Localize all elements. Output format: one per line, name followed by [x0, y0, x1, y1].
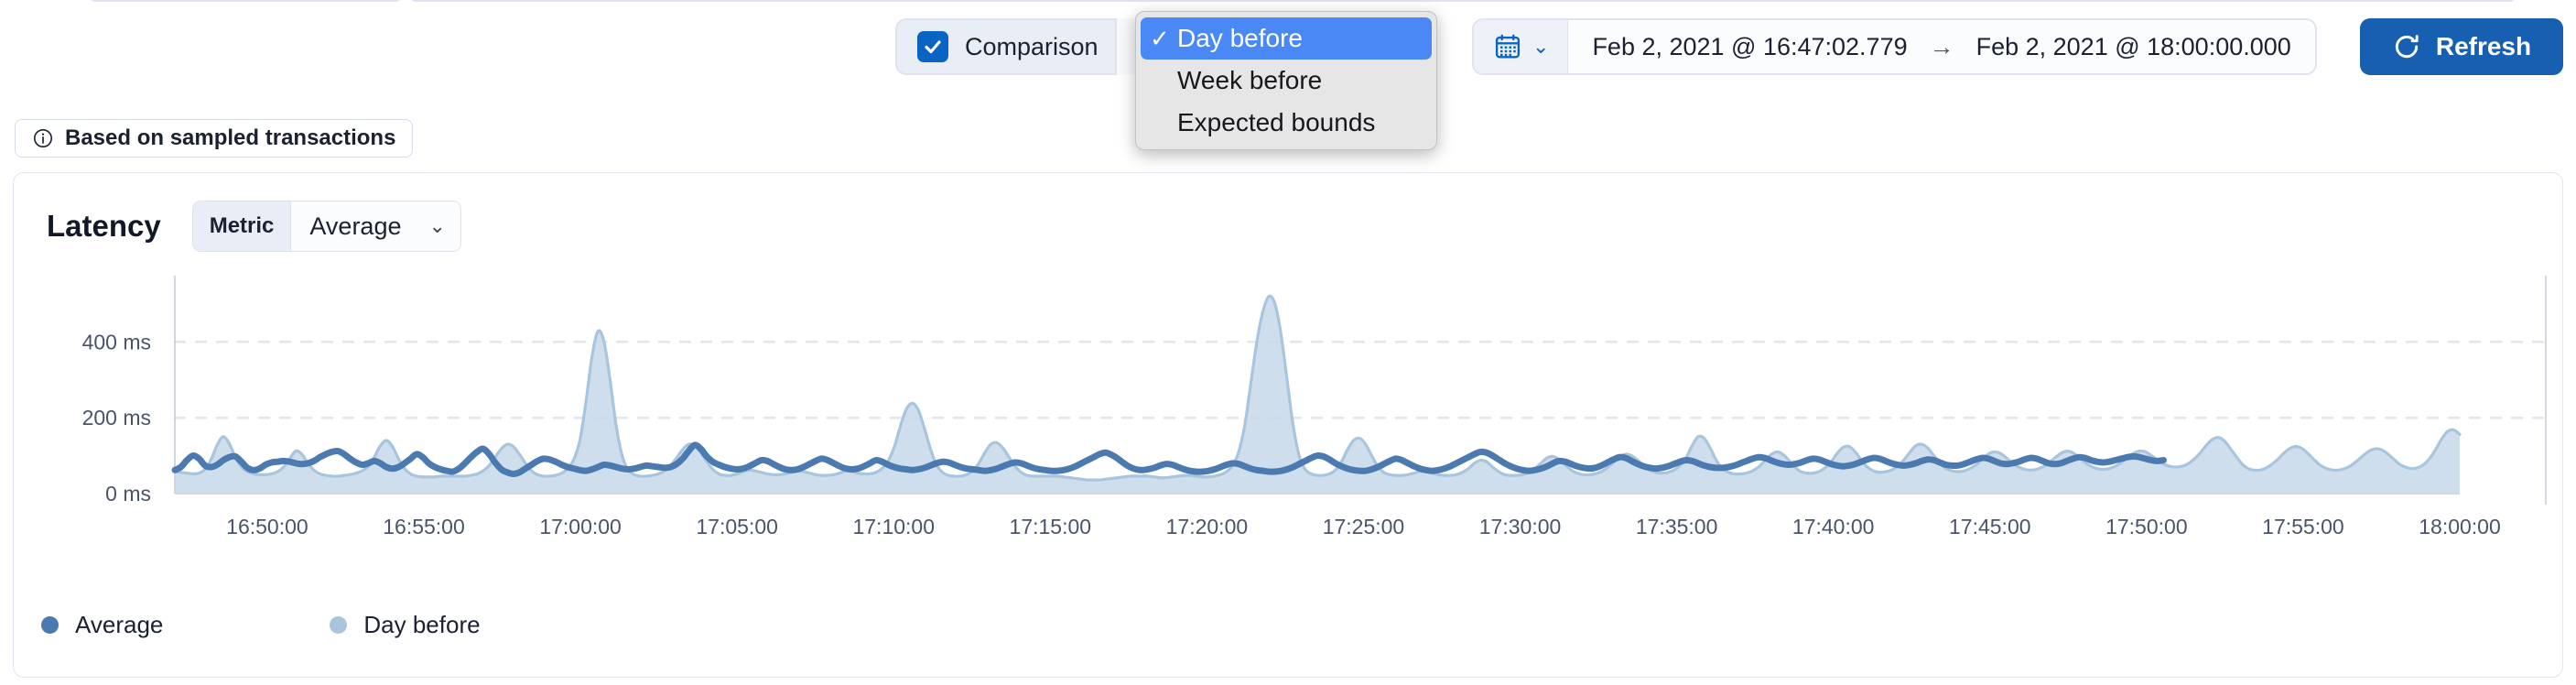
x-axis-tick-label: 18:00:00 — [2419, 515, 2501, 538]
legend-label: Day before — [363, 611, 481, 638]
x-axis-tick-label: 17:35:00 — [1636, 515, 1718, 538]
x-axis-tick-label: 17:50:00 — [2105, 515, 2188, 538]
refresh-icon — [2395, 35, 2419, 59]
x-axis-tick-label: 17:40:00 — [1792, 515, 1875, 538]
legend-item-day-before[interactable]: Day before — [330, 611, 481, 639]
metric-select[interactable]: Average ⌄ — [291, 201, 460, 251]
dropdown-option-label: Week before — [1177, 66, 1323, 94]
x-axis-tick-label: 17:55:00 — [2262, 515, 2344, 538]
comparison-checkbox[interactable] — [917, 31, 948, 62]
range-arrow-icon: → — [1929, 32, 1954, 60]
info-icon — [34, 129, 52, 147]
panel-header: Latency Metric Average ⌄ — [47, 201, 461, 252]
check-icon — [925, 40, 941, 54]
selected-check-icon: ✓ — [1150, 24, 1170, 52]
date-range-start[interactable]: Feb 2, 2021 @ 16:47:02.779 — [1592, 33, 1907, 61]
refresh-button[interactable]: Refresh — [2360, 18, 2563, 75]
x-axis-tick-label: 16:50:00 — [226, 515, 308, 538]
chart-legend: Average Day before — [41, 611, 481, 639]
dropdown-option-label: Day before — [1177, 24, 1303, 52]
x-axis-tick-label: 17:05:00 — [696, 515, 778, 538]
date-range-end[interactable]: Feb 2, 2021 @ 18:00:00.000 — [1976, 33, 2291, 61]
comparison-label: Comparison — [965, 32, 1099, 60]
calendar-icon — [1495, 34, 1521, 59]
x-axis-tick-label: 17:15:00 — [1010, 515, 1092, 538]
date-range-display[interactable]: Feb 2, 2021 @ 16:47:02.779 → Feb 2, 2021… — [1568, 33, 2314, 61]
cut-off-toolbar-row — [0, 0, 2576, 2]
y-axis-tick-label: 400 ms — [82, 330, 151, 353]
x-axis-tick-label: 17:25:00 — [1323, 515, 1405, 538]
latency-chart[interactable]: 0 ms 200 ms 400 ms 16:50:00 16:55:00 17:00:00… — [14, 265, 2564, 576]
sampled-transactions-badge[interactable]: Based on sampled transactions — [15, 119, 414, 158]
metric-control-group: Metric Average ⌄ — [191, 201, 461, 252]
cut-off-field-left — [90, 0, 401, 2]
apm-latency-page: Comparison Day before ⌄ — [0, 0, 2576, 685]
dropdown-option-expected-bounds[interactable]: Expected bounds — [1141, 102, 1432, 144]
legend-item-average[interactable]: Average — [41, 611, 163, 639]
legend-color-dot — [330, 616, 348, 634]
x-axis-tick-label: 17:45:00 — [1949, 515, 2031, 538]
date-range-picker: ⌄ Feb 2, 2021 @ 16:47:02.779 → Feb 2, 20… — [1472, 18, 2317, 75]
dropdown-option-week-before[interactable]: Week before — [1141, 60, 1432, 102]
x-axis-tick-label: 17:20:00 — [1166, 515, 1249, 538]
date-quick-select-button[interactable]: ⌄ — [1474, 20, 1569, 73]
metric-label: Metric — [192, 201, 292, 251]
latency-chart-panel: Latency Metric Average ⌄ 0 ms 200 ms 400 m… — [13, 172, 2563, 678]
legend-label: Average — [75, 611, 164, 638]
refresh-label: Refresh — [2435, 32, 2532, 60]
latency-chart-svg[interactable]: 0 ms 200 ms 400 ms 16:50:00 16:55:00 17:00:00… — [14, 265, 2564, 576]
cut-off-field-right — [410, 0, 2516, 2]
x-axis-tick-label: 17:30:00 — [1479, 515, 1562, 538]
chevron-down-icon: ⌄ — [1532, 35, 1550, 58]
x-axis-tick-label: 17:00:00 — [539, 515, 622, 538]
metric-select-value: Average — [309, 212, 402, 240]
y-axis-tick-label: 0 ms — [105, 482, 151, 506]
x-axis-tick-label: 17:10:00 — [852, 515, 935, 538]
comparison-type-dropdown-popup[interactable]: ✓ Day before Week before Expected bounds — [1135, 11, 1437, 150]
page-title: Latency — [47, 209, 161, 243]
dropdown-option-day-before[interactable]: ✓ Day before — [1141, 17, 1432, 60]
dropdown-option-label: Expected bounds — [1177, 108, 1376, 136]
x-axis-tick-label: 16:55:00 — [383, 515, 465, 538]
sampled-transactions-label: Based on sampled transactions — [65, 125, 396, 150]
legend-color-dot — [41, 616, 59, 634]
chevron-down-icon: ⌄ — [428, 214, 446, 237]
y-axis-tick-label: 200 ms — [82, 406, 151, 429]
